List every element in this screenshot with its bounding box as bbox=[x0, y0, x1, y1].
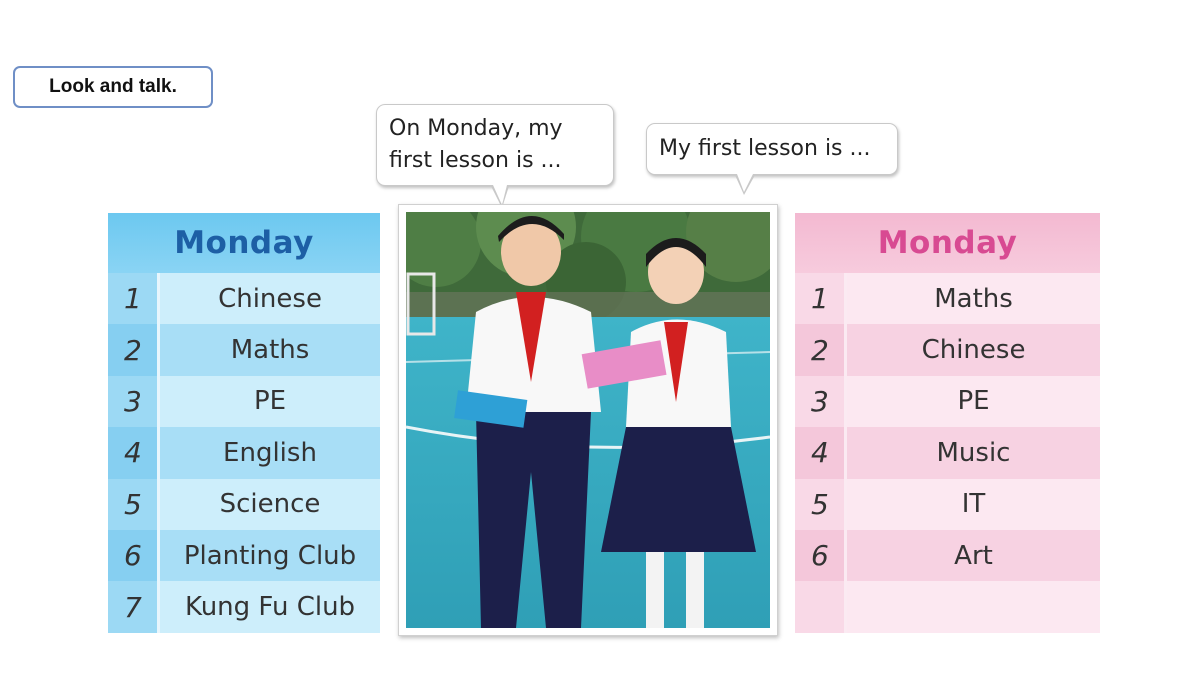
lesson-subject: PE bbox=[847, 375, 1100, 428]
timetable-row: 3 PE bbox=[795, 375, 1100, 428]
students-photo bbox=[406, 212, 770, 628]
lesson-subject bbox=[847, 581, 1100, 633]
lesson-number bbox=[795, 581, 847, 633]
instruction-label: Look and talk. bbox=[13, 66, 213, 108]
lesson-subject: Chinese bbox=[160, 273, 380, 325]
lesson-number: 3 bbox=[108, 375, 160, 428]
lesson-subject: Maths bbox=[847, 273, 1100, 325]
timetable-row: 1 Chinese bbox=[108, 273, 380, 325]
timetable-row: 4 Music bbox=[795, 427, 1100, 479]
lesson-subject: Maths bbox=[160, 324, 380, 376]
lesson-number: 5 bbox=[108, 478, 160, 530]
timetable-blue: Monday 1 Chinese 2 Maths 3 PE 4 English 5 Sci… bbox=[108, 213, 380, 633]
speech-bubble-boy: On Monday, my first lesson is ... bbox=[376, 104, 614, 208]
timetable-title: Monday bbox=[108, 213, 380, 273]
timetable-row: 2 Chinese bbox=[795, 324, 1100, 376]
lesson-subject: Art bbox=[847, 529, 1100, 582]
bubble-tail bbox=[737, 174, 753, 192]
timetable-row bbox=[795, 581, 1100, 633]
lesson-subject: PE bbox=[160, 375, 380, 428]
lesson-number: 3 bbox=[795, 375, 847, 428]
timetable-row: 5 Science bbox=[108, 478, 380, 530]
lesson-number: 1 bbox=[108, 273, 160, 325]
timetable-row: 6 Planting Club bbox=[108, 529, 380, 582]
timetable-row: 7 Kung Fu Club bbox=[108, 581, 380, 633]
timetable-row: 1 Maths bbox=[795, 273, 1100, 325]
timetable-title: Monday bbox=[795, 213, 1100, 273]
timetable-row: 3 PE bbox=[108, 375, 380, 428]
lesson-number: 5 bbox=[795, 478, 847, 530]
lesson-subject: IT bbox=[847, 478, 1100, 530]
timetable-row: 2 Maths bbox=[108, 324, 380, 376]
lesson-number: 2 bbox=[108, 324, 160, 376]
speech-bubble-text: On Monday, my first lesson is ... bbox=[389, 116, 563, 173]
lesson-subject: English bbox=[160, 427, 380, 479]
lesson-subject: Kung Fu Club bbox=[160, 581, 380, 633]
timetable-pink: Monday 1 Maths 2 Chinese 3 PE 4 Music 5 IT 6A… bbox=[795, 213, 1100, 633]
speech-bubble-girl: My first lesson is ... bbox=[646, 123, 898, 195]
students-photo-illustration bbox=[406, 212, 770, 628]
lesson-number: 2 bbox=[795, 324, 847, 376]
lesson-subject: Planting Club bbox=[160, 529, 380, 582]
lesson-number: 6 bbox=[108, 529, 160, 582]
lesson-number: 6 bbox=[795, 529, 847, 582]
lesson-number: 4 bbox=[108, 427, 160, 479]
timetable-row: 5 IT bbox=[795, 478, 1100, 530]
speech-bubble-text: My first lesson is ... bbox=[659, 136, 871, 161]
lesson-subject: Science bbox=[160, 478, 380, 530]
lesson-number: 4 bbox=[795, 427, 847, 479]
lesson-number: 1 bbox=[795, 273, 847, 325]
photo-frame bbox=[398, 204, 778, 636]
lesson-number: 7 bbox=[108, 581, 160, 633]
bubble-tail bbox=[493, 185, 507, 205]
timetable-row: 4 English bbox=[108, 427, 380, 479]
lesson-subject: Chinese bbox=[847, 324, 1100, 376]
lesson-subject: Music bbox=[847, 427, 1100, 479]
timetable-row: 6 Art bbox=[795, 529, 1100, 582]
